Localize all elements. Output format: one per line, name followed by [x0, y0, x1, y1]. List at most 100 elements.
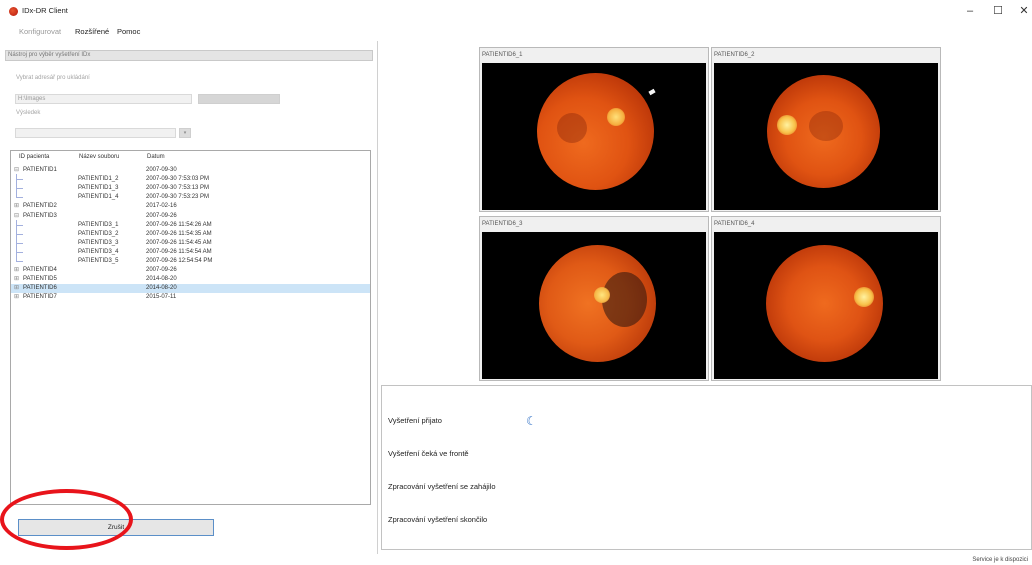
- tree-cell-date: 2007-09-26: [146, 267, 177, 274]
- status-queued: Vyšetření čeká ve frontě: [388, 449, 469, 458]
- tree-cell-date: 2007-09-30 7:53:03 PM: [146, 176, 210, 183]
- status-received: Vyšetření přijato: [388, 416, 442, 425]
- tree-cell-date: 2007-09-30 7:53:13 PM: [146, 185, 210, 192]
- loading-spinner-icon: ☾: [526, 414, 537, 428]
- splitter[interactable]: [377, 41, 378, 554]
- menu-advanced[interactable]: Rozšířené: [75, 27, 109, 36]
- tree-cell-filename: PATIENTID1_2: [78, 176, 119, 183]
- expand-icon[interactable]: ⊞: [13, 276, 20, 283]
- tree-row[interactable]: PATIENTID1_2 2007-09-30 7:53:03 PM: [11, 175, 370, 184]
- highlight-circle: [0, 489, 133, 550]
- fundus-image: [714, 63, 938, 210]
- tree-cell-date: 2007-09-30 7:53:23 PM: [146, 194, 210, 201]
- image-label: PATIENTID6_3: [482, 221, 523, 227]
- tree-cell-date: 2014-08-20: [146, 285, 177, 292]
- tree-cell-patient-id: PATIENTID3: [23, 212, 57, 219]
- tree-cell-filename: PATIENTID3_1: [78, 221, 119, 228]
- tree-cell-filename: PATIENTID1_3: [78, 185, 119, 192]
- tree-branch-line: [16, 251, 23, 253]
- tree-row[interactable]: ⊟ PATIENTID3 2007-09-26: [11, 212, 370, 221]
- tree-cell-date: 2007-09-26 11:54:35 AM: [146, 230, 212, 237]
- tree-cell-patient-id: PATIENTID2: [23, 203, 57, 210]
- window-title: IDx-DR Client: [22, 6, 68, 15]
- status-processing-started: Zpracování vyšetření se zahájilo: [388, 482, 496, 491]
- tree-cell-patient-id: PATIENTID6: [23, 285, 57, 292]
- tree-row[interactable]: PATIENTID3_5 2007-09-26 12:54:54 PM: [11, 257, 370, 266]
- tree-row[interactable]: ⊞ PATIENTID4 2007-09-26: [11, 266, 370, 275]
- tree-branch-line: [16, 188, 23, 190]
- collapse-icon[interactable]: ⊟: [13, 213, 20, 220]
- image-frame-1[interactable]: PATIENTID6_1: [479, 47, 709, 212]
- chevron-down-icon[interactable]: ▾: [179, 128, 191, 138]
- tree-cell-patient-id: PATIENTID1: [23, 167, 57, 173]
- expand-icon[interactable]: ⊞: [13, 203, 20, 210]
- tree-row[interactable]: PATIENTID3_1 2007-09-26 11:54:26 AM: [11, 221, 370, 230]
- expand-icon[interactable]: ⊞: [13, 267, 20, 274]
- tree-guide-line: [16, 219, 17, 261]
- tree-cell-filename: PATIENTID1_4: [78, 194, 119, 201]
- tree-row[interactable]: ⊞ PATIENTID5 2014-08-20: [11, 275, 370, 284]
- tree-row[interactable]: ⊞ PATIENTID6 2014-08-20: [11, 284, 370, 294]
- result-combo[interactable]: [15, 128, 176, 138]
- tree-cell-date: 2007-09-26 11:54:54 AM: [146, 248, 212, 255]
- tree-row[interactable]: PATIENTID1_4 2007-09-30 7:53:23 PM: [11, 193, 370, 202]
- title-bar: IDx-DR Client – ☐ ✕: [0, 0, 1032, 22]
- tree-branch-line: [16, 261, 23, 262]
- tree-row[interactable]: PATIENTID3_3 2007-09-26 11:54:45 AM: [11, 239, 370, 248]
- tree-branch-line: [16, 224, 23, 226]
- tree-row[interactable]: ⊟ PATIENTID1 2007-09-30: [11, 166, 370, 175]
- image-label: PATIENTID6_2: [714, 52, 755, 58]
- image-frame-2[interactable]: PATIENTID6_2: [711, 47, 941, 212]
- column-header-date[interactable]: Datum: [147, 154, 165, 160]
- fundus-image: [482, 232, 706, 379]
- tree-guide-line: [16, 174, 17, 198]
- exam-status-panel: Vyšetření přijato ☾ Vyšetření čeká ve fr…: [381, 385, 1032, 550]
- tree-row[interactable]: ⊞ PATIENTID2 2017-02-16: [11, 202, 370, 211]
- expand-icon[interactable]: ⊞: [13, 294, 20, 301]
- tree-branch-line: [16, 197, 23, 199]
- image-label: PATIENTID6_4: [714, 221, 755, 227]
- column-header-patient-id[interactable]: ID pacienta: [19, 154, 49, 160]
- tree-branch-line: [16, 179, 23, 181]
- image-frame-4[interactable]: PATIENTID6_4: [711, 216, 941, 381]
- image-frame-3[interactable]: PATIENTID6_3: [479, 216, 709, 381]
- storage-path-field[interactable]: H:\Images: [15, 94, 192, 104]
- app-logo-icon: [9, 7, 18, 16]
- panel-header: Nástroj pro výběr vyšetření IDx: [5, 50, 373, 61]
- menu-help[interactable]: Pomoc: [117, 27, 140, 36]
- tree-cell-filename: PATIENTID3_4: [78, 248, 119, 255]
- patient-tree[interactable]: ID pacienta Název souboru Datum ⊟ PATIENT…: [10, 150, 371, 505]
- close-button[interactable]: ✕: [1014, 3, 1032, 19]
- menu-configure[interactable]: Konfigurovat: [19, 27, 61, 36]
- column-header-filename[interactable]: Název souboru: [79, 154, 119, 160]
- tree-cell-date: 2007-09-26: [146, 212, 177, 219]
- tree-cell-date: 2015-07-11: [146, 294, 177, 301]
- minimize-button[interactable]: –: [960, 3, 980, 19]
- tree-cell-date: 2017-02-16: [146, 203, 177, 210]
- image-label: PATIENTID6_1: [482, 52, 523, 58]
- status-bar-text: Service je k dispozici: [972, 557, 1028, 563]
- tree-cell-date: 2007-09-26 11:54:26 AM: [146, 221, 212, 228]
- tree-row[interactable]: PATIENTID3_4 2007-09-26 11:54:54 AM: [11, 248, 370, 257]
- tree-cell-patient-id: PATIENTID5: [23, 276, 57, 283]
- tree-cell-date: 2007-09-26 12:54:54 PM: [146, 258, 213, 264]
- tree-row[interactable]: PATIENTID3_2 2007-09-26 11:54:35 AM: [11, 230, 370, 239]
- fundus-image: [482, 63, 706, 210]
- tree-branch-line: [16, 242, 23, 244]
- tree-cell-filename: PATIENTID3_2: [78, 230, 119, 237]
- tree-cell-date: 2007-09-30: [146, 167, 177, 173]
- tree-row[interactable]: ⊞ PATIENTID7 2015-07-11: [11, 293, 370, 302]
- maximize-button[interactable]: ☐: [988, 3, 1008, 19]
- tree-row[interactable]: PATIENTID1_3 2007-09-30 7:53:13 PM: [11, 184, 370, 193]
- browse-button[interactable]: [198, 94, 280, 104]
- fundus-image: [714, 232, 938, 379]
- status-processing-finished: Zpracování vyšetření skončilo: [388, 515, 488, 524]
- tree-cell-date: 2007-09-26 11:54:45 AM: [146, 239, 212, 246]
- tree-cell-filename: PATIENTID3_5: [78, 258, 119, 264]
- tree-cell-filename: PATIENTID3_3: [78, 239, 119, 246]
- storage-label: Vybrat adresář pro ukládání: [16, 75, 90, 81]
- tree-cell-patient-id: PATIENTID7: [23, 294, 57, 301]
- expand-icon[interactable]: ⊞: [13, 285, 20, 292]
- collapse-icon[interactable]: ⊟: [13, 167, 20, 174]
- tree-cell-patient-id: PATIENTID4: [23, 267, 57, 274]
